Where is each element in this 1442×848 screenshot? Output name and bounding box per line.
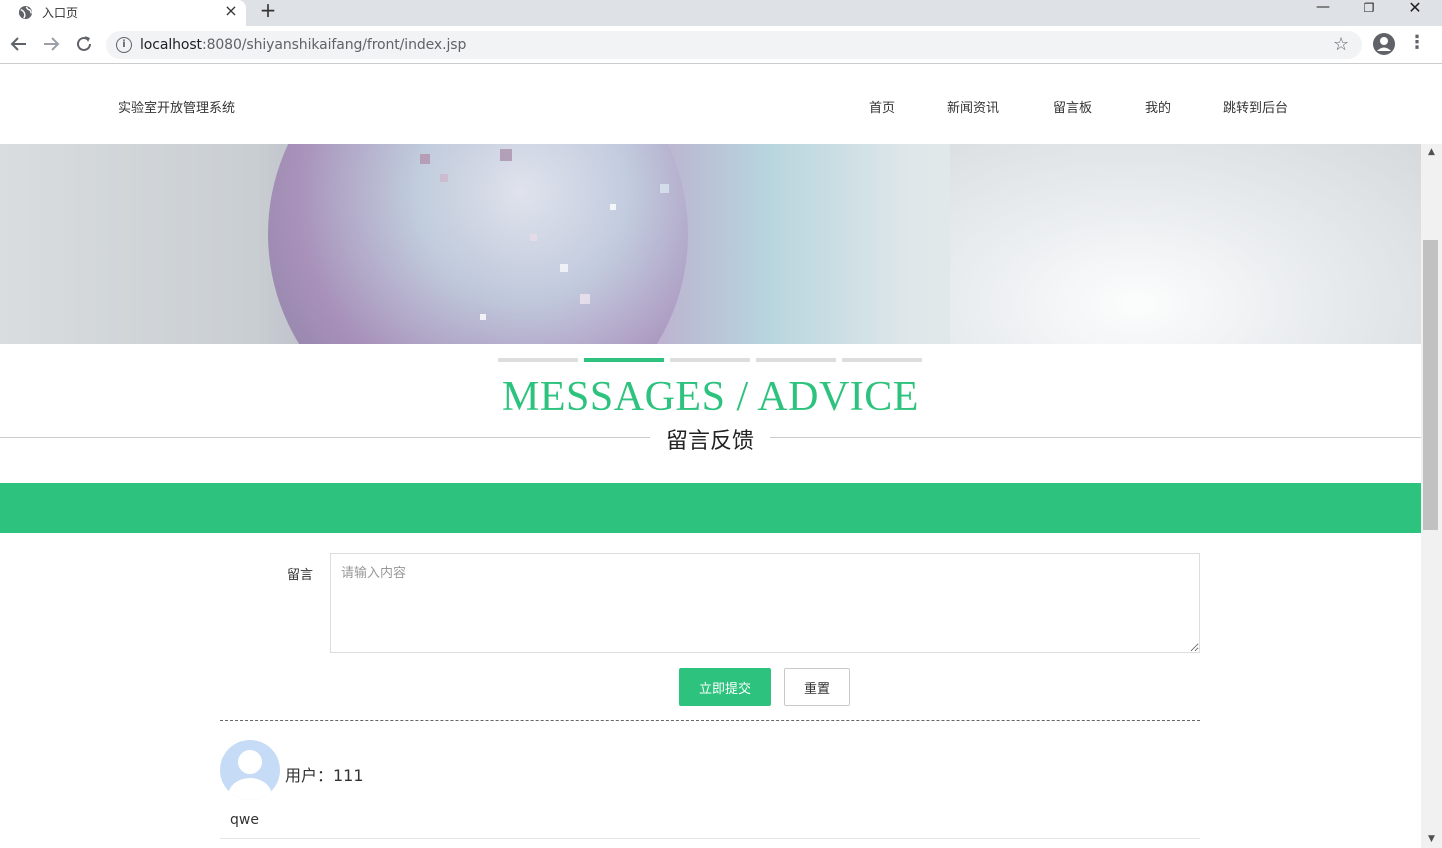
site-title: 实验室开放管理系统 bbox=[118, 101, 236, 116]
message-content: qwe bbox=[230, 812, 259, 828]
back-icon[interactable] bbox=[8, 33, 30, 55]
accent-band bbox=[0, 483, 1421, 533]
nav-admin[interactable]: 跳转到后台 bbox=[1223, 97, 1288, 116]
new-tab-icon[interactable]: + bbox=[258, 0, 278, 22]
browser-tab-strip: 入口页 × + — ❐ ✕ bbox=[0, 0, 1442, 26]
url-text: localhost:8080/shiyanshikaifang/front/in… bbox=[140, 37, 467, 53]
scroll-up-icon[interactable]: ▲ bbox=[1421, 144, 1442, 161]
tab-close-icon[interactable]: × bbox=[223, 2, 239, 20]
forward-icon[interactable] bbox=[40, 33, 62, 55]
slider-dot[interactable] bbox=[756, 358, 836, 362]
nav-news[interactable]: 新闻资讯 bbox=[947, 97, 999, 116]
form-divider bbox=[220, 720, 1200, 721]
window-minimize-icon[interactable]: — bbox=[1300, 0, 1346, 26]
scroll-down-icon[interactable]: ▼ bbox=[1421, 831, 1442, 848]
nav-mine[interactable]: 我的 bbox=[1145, 97, 1171, 116]
slider-dot[interactable] bbox=[498, 358, 578, 362]
browser-tab[interactable]: 入口页 × bbox=[0, 0, 246, 26]
message-user: 用户：111 bbox=[285, 766, 364, 785]
star-icon[interactable]: ☆ bbox=[1333, 34, 1349, 55]
profile-icon[interactable] bbox=[1372, 32, 1396, 56]
page-content: 实验室开放管理系统 首页 新闻资讯 留言板 我的 跳转到后台 MESSAGES … bbox=[0, 64, 1421, 848]
banner-particles bbox=[420, 149, 669, 320]
hero-banner bbox=[0, 144, 1421, 344]
section-heading-en: MESSAGES / ADVICE bbox=[502, 374, 919, 420]
slider-dot[interactable] bbox=[670, 358, 750, 362]
message-input[interactable] bbox=[330, 553, 1200, 653]
reset-button[interactable]: 重置 bbox=[784, 668, 850, 706]
address-bar[interactable]: i localhost:8080/shiyanshikaifang/front/… bbox=[106, 31, 1362, 59]
section-heading-cn: 留言反馈 bbox=[650, 423, 770, 455]
message-label: 留言 bbox=[287, 568, 314, 583]
menu-icon[interactable]: ⋮ bbox=[1408, 34, 1426, 54]
tab-title: 入口页 bbox=[42, 6, 79, 20]
page-scrollbar[interactable]: ▲ ▼ bbox=[1421, 144, 1442, 848]
window-close-icon[interactable]: ✕ bbox=[1392, 0, 1438, 26]
browser-toolbar: i localhost:8080/shiyanshikaifang/front/… bbox=[0, 26, 1442, 64]
avatar-head-shape bbox=[238, 750, 262, 774]
nav-message-board[interactable]: 留言板 bbox=[1053, 97, 1092, 116]
info-icon[interactable]: i bbox=[116, 37, 132, 53]
submit-button[interactable]: 立即提交 bbox=[679, 668, 771, 706]
slider-dot[interactable] bbox=[842, 358, 922, 362]
site-header: 实验室开放管理系统 首页 新闻资讯 留言板 我的 跳转到后台 bbox=[0, 64, 1421, 144]
avatar-body-shape bbox=[228, 778, 272, 800]
message-divider bbox=[220, 838, 1200, 839]
scrollbar-thumb[interactable] bbox=[1423, 240, 1438, 530]
globe-icon bbox=[18, 5, 33, 20]
slider-indicators bbox=[498, 358, 928, 364]
window-restore-icon[interactable]: ❐ bbox=[1346, 0, 1392, 26]
slider-dot-active[interactable] bbox=[584, 358, 664, 362]
avatar bbox=[220, 740, 280, 800]
nav-home[interactable]: 首页 bbox=[869, 97, 895, 116]
reload-icon[interactable] bbox=[73, 33, 95, 55]
